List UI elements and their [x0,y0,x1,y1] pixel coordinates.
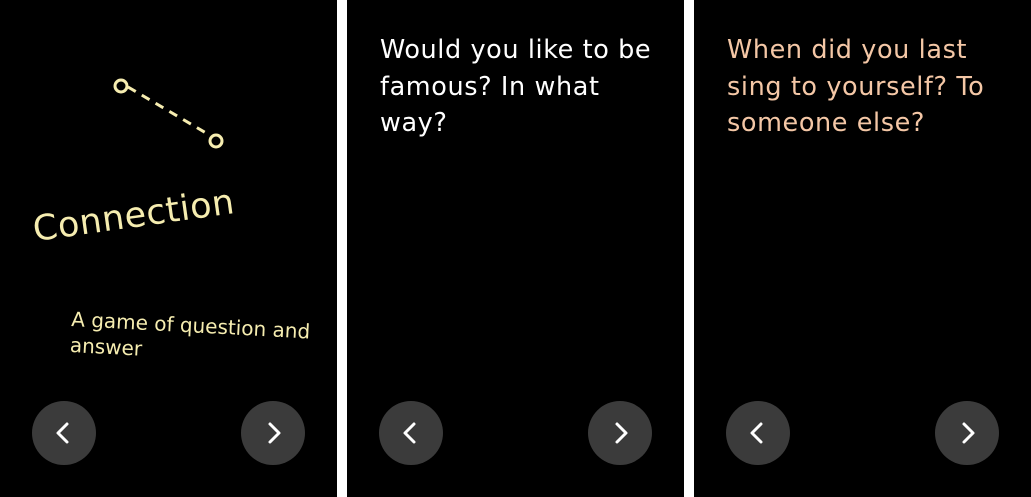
next-button[interactable] [241,401,305,465]
next-button[interactable] [935,401,999,465]
chevron-right-icon [962,422,975,444]
chevron-left-icon [56,422,69,444]
previous-button[interactable] [379,401,443,465]
game-title: Connection [30,182,238,250]
previous-button[interactable] [726,401,790,465]
question-text: When did you last sing to yourself? To s… [727,35,985,138]
question-card: When did you last sing to yourself? To s… [694,0,1031,497]
chevron-left-icon [403,422,416,444]
screens-container: Connection A game of question and answer… [0,0,1031,497]
chevron-right-icon [615,422,628,444]
previous-button[interactable] [32,401,96,465]
next-button[interactable] [588,401,652,465]
chevron-right-icon [268,422,281,444]
question-card: Would you like to be famous? In what way… [347,0,684,497]
dashed-connection-icon [113,78,224,149]
intro-card: Connection A game of question and answer [0,0,337,497]
game-subtitle: A game of question and answer [69,306,311,361]
question-text: Would you like to be famous? In what way… [380,35,652,138]
chevron-left-icon [750,422,763,444]
